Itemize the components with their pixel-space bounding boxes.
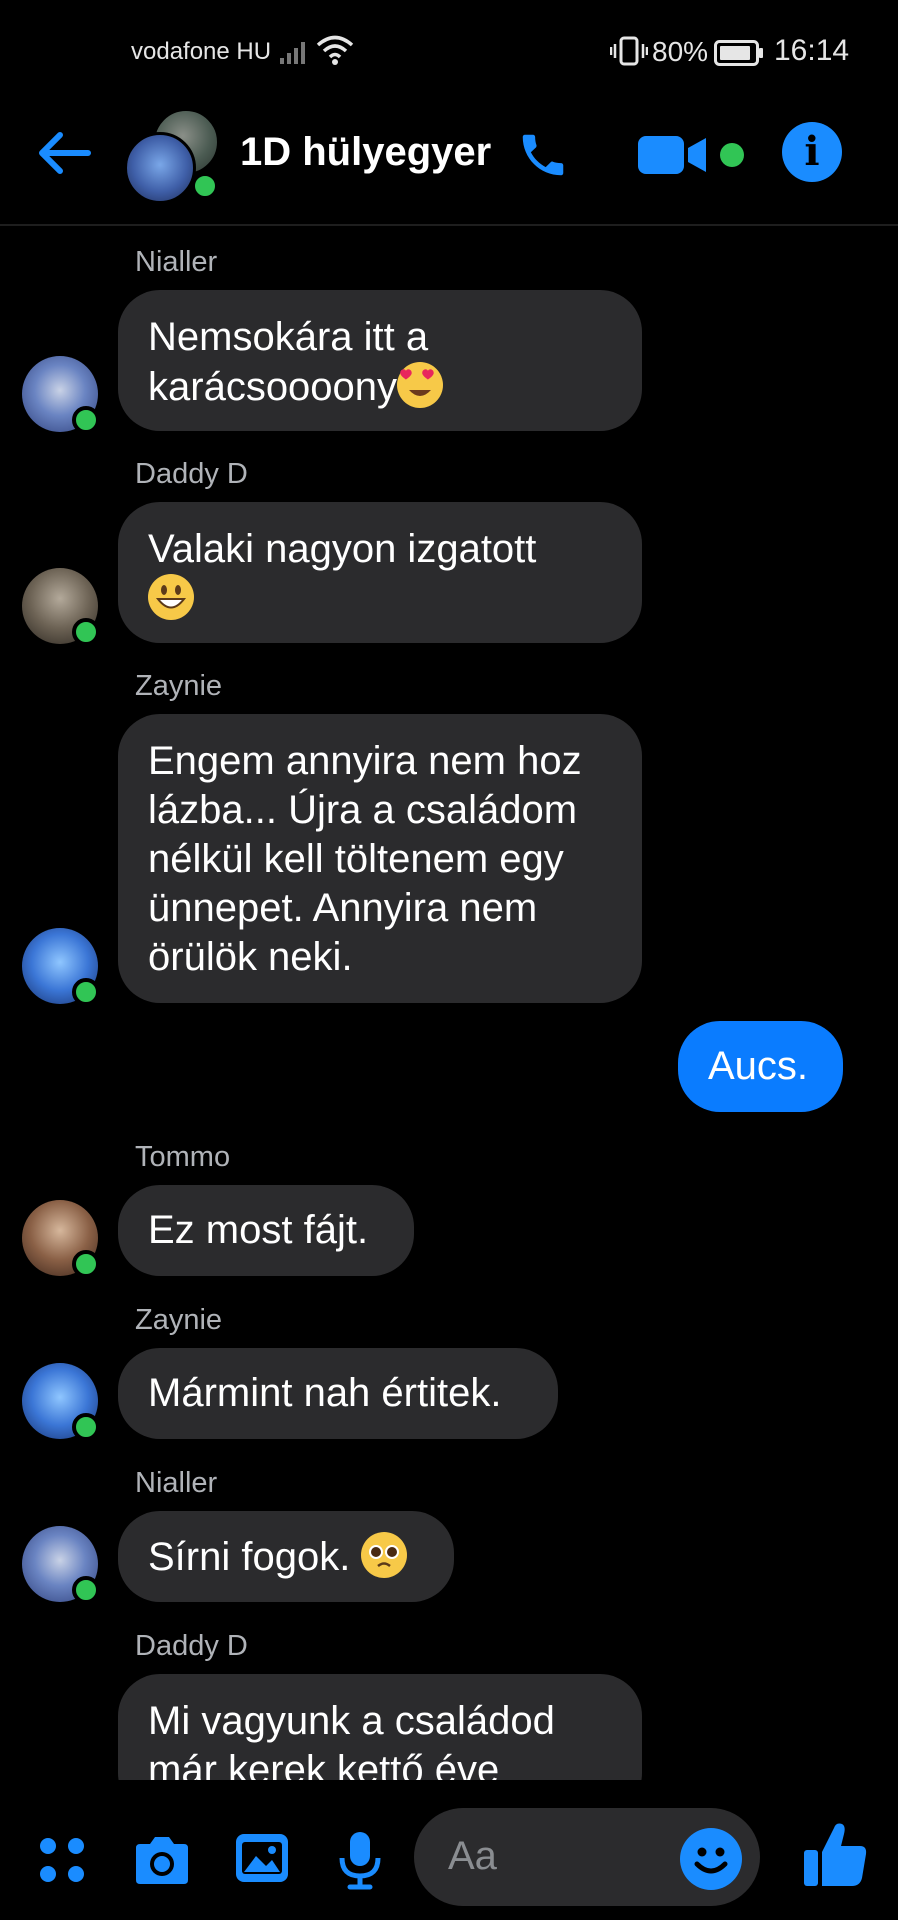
avatar[interactable] [22,928,100,1006]
sender-name: Nialler [135,246,218,278]
message-text: Sírni fogok. [148,1535,351,1579]
microphone-icon[interactable] [338,1830,382,1890]
sender-name: Zaynie [135,1304,223,1336]
wifi-icon [316,35,354,65]
avatar[interactable] [22,568,100,646]
vibrate-icon [610,36,648,66]
phone-icon[interactable] [516,128,570,182]
sender-name: Zaynie [135,670,223,702]
online-indicator [72,618,100,646]
video-active-dot [720,143,744,167]
outgoing-message-bubble[interactable]: Aucs. [678,1021,843,1112]
message-text: Mi vagyunk a családod már kerek kettő év… [148,1699,555,1792]
message-bubble[interactable]: Sírni fogok. [118,1511,454,1602]
message-bubble[interactable]: Nemsokára itt a karácsoooony [118,290,642,431]
avatar[interactable] [22,356,100,434]
message-bubble[interactable]: Mármint nah értitek. [118,1348,558,1439]
emoji-icon[interactable] [680,1828,742,1890]
sender-name: Daddy D [135,458,248,490]
avatar[interactable] [22,1200,100,1278]
battery-icon [714,40,763,66]
heart-eyes-emoji-icon [397,362,444,408]
message-input-placeholder: Aa [448,1834,497,1878]
menu-dots-icon[interactable] [38,1836,86,1884]
conversation-title[interactable]: 1D hülyegyer [240,130,491,175]
status-bar: vodafone HU 80% 16:14 [0,0,898,100]
avatar[interactable] [22,1363,100,1441]
info-glyph: i [804,128,820,175]
online-indicator [72,1576,100,1604]
back-arrow-icon[interactable] [36,128,92,178]
sender-name: Daddy D [135,1630,248,1662]
online-indicator [72,406,100,434]
message-text: Valaki nagyon izgatott [148,527,537,571]
message-text: Engem annyira nem hoz lázba... Újra a cs… [148,739,582,979]
message-text: Nemsokára itt a karácsoooony [148,315,429,409]
grinning-emoji-icon [148,574,194,620]
gallery-icon[interactable] [234,1832,290,1884]
camera-icon[interactable] [132,1834,192,1886]
online-indicator [72,978,100,1006]
carrier-label: vodafone HU [131,38,272,65]
thumbs-up-icon[interactable] [800,1820,870,1890]
battery-percent: 80% [652,36,709,67]
message-text: Aucs. [708,1044,809,1088]
pleading-emoji-icon [361,1532,408,1578]
avatar[interactable] [22,1526,100,1604]
header-divider [0,224,898,226]
group-avatar-front[interactable] [124,132,196,204]
message-bubble[interactable]: Valaki nagyon izgatott [118,502,642,643]
message-text: Mármint nah értitek. [148,1371,502,1415]
sender-name: Tommo [135,1141,231,1173]
message-bubble[interactable]: Engem annyira nem hoz lázba... Újra a cs… [118,714,642,1003]
video-camera-icon[interactable] [636,134,708,176]
sender-name: Nialler [135,1467,218,1499]
online-indicator [72,1250,100,1278]
message-text: Ez most fájt. [148,1208,369,1252]
online-indicator [72,1413,100,1441]
clock: 16:14 [774,34,850,67]
message-bubble[interactable]: Ez most fájt. [118,1185,414,1276]
online-indicator [191,172,219,200]
signal-icon [280,42,305,64]
